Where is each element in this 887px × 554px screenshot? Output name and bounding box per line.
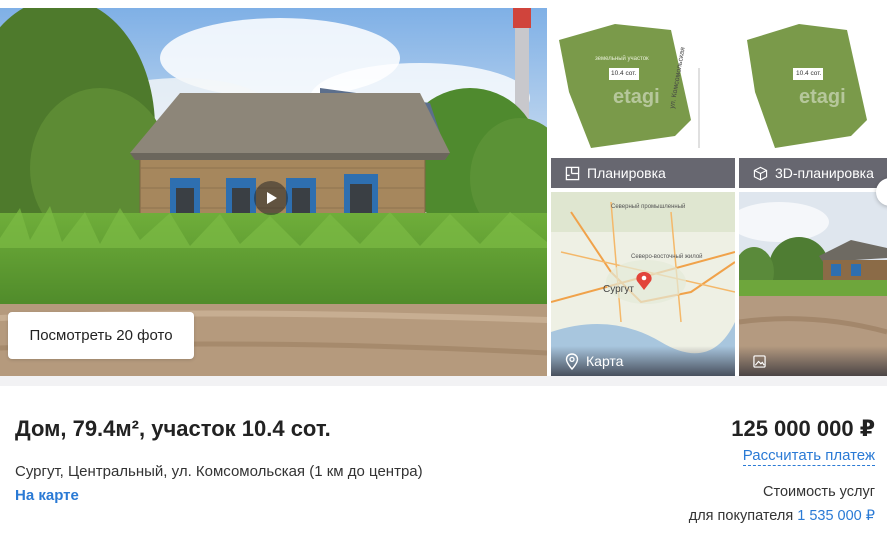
floorplan-3d-thumbnail[interactable]: 10.4 сот. etagi 3D-планировка (739, 8, 887, 188)
plan-caption: Планировка (551, 158, 735, 188)
service-cost-buyer: для покупателя 1 535 000 ₽ (689, 508, 875, 524)
map-caption: Карта (551, 346, 735, 376)
photo-gallery: Посмотреть 20 фото земельный участок 10.… (0, 0, 887, 378)
play-icon (267, 192, 277, 204)
photo-caption (739, 346, 887, 376)
listing-title: Дом, 79.4м², участок 10.4 сот. (15, 416, 331, 441)
photo-thumbnail[interactable] (739, 192, 887, 376)
image-icon (753, 354, 766, 368)
service-buyer-amount[interactable]: 1 535 000 ₽ (797, 508, 875, 524)
plan3d-caption-label: 3D-планировка (775, 165, 874, 181)
map-city-label: Сургут (603, 284, 634, 295)
plan-caption-label: Планировка (587, 165, 666, 181)
plan-land-label: земельный участок (595, 56, 649, 62)
service-cost-label: Стоимость услуг (763, 484, 875, 500)
show-on-map-link[interactable]: На карте (15, 487, 79, 504)
floorplan-thumbnail[interactable]: земельный участок 10.4 сот. ул. Комсомол… (551, 8, 735, 188)
cube-icon (753, 166, 768, 181)
etagi-watermark: etagi (613, 86, 660, 108)
map-area-label-ne: Северо-восточный жилой (631, 254, 703, 260)
map-area-label-north: Северный промышленный (611, 204, 686, 210)
listing-info: Дом, 79.4м², участок 10.4 сот. Сургут, Ц… (0, 386, 887, 554)
map-caption-label: Карта (586, 353, 624, 369)
service-buyer-label: для покупателя (688, 508, 794, 524)
listing-address: Сургут, Центральный, ул. Комсомольская (… (15, 463, 423, 480)
map-thumbnail[interactable]: Северный промышленный Северо-восточный ж… (551, 192, 735, 376)
plan3d-area-label: 10.4 сот. (796, 70, 822, 77)
view-photos-label: Посмотреть 20 фото (29, 327, 173, 344)
calculate-payment-link[interactable]: Рассчитать платеж (742, 447, 875, 466)
plan3d-caption: 3D-планировка (739, 158, 887, 188)
listing-price: 125 000 000 ₽ (731, 416, 875, 441)
floorplan-icon (565, 166, 580, 180)
main-photo[interactable]: Посмотреть 20 фото (0, 8, 547, 376)
map-pin-icon (565, 352, 579, 370)
section-divider (0, 376, 887, 386)
video-play-button[interactable] (254, 181, 288, 215)
plan-area-label: 10.4 сот. (611, 70, 637, 77)
view-all-photos-button[interactable]: Посмотреть 20 фото (8, 312, 194, 359)
etagi-watermark-3d: etagi (799, 86, 846, 108)
